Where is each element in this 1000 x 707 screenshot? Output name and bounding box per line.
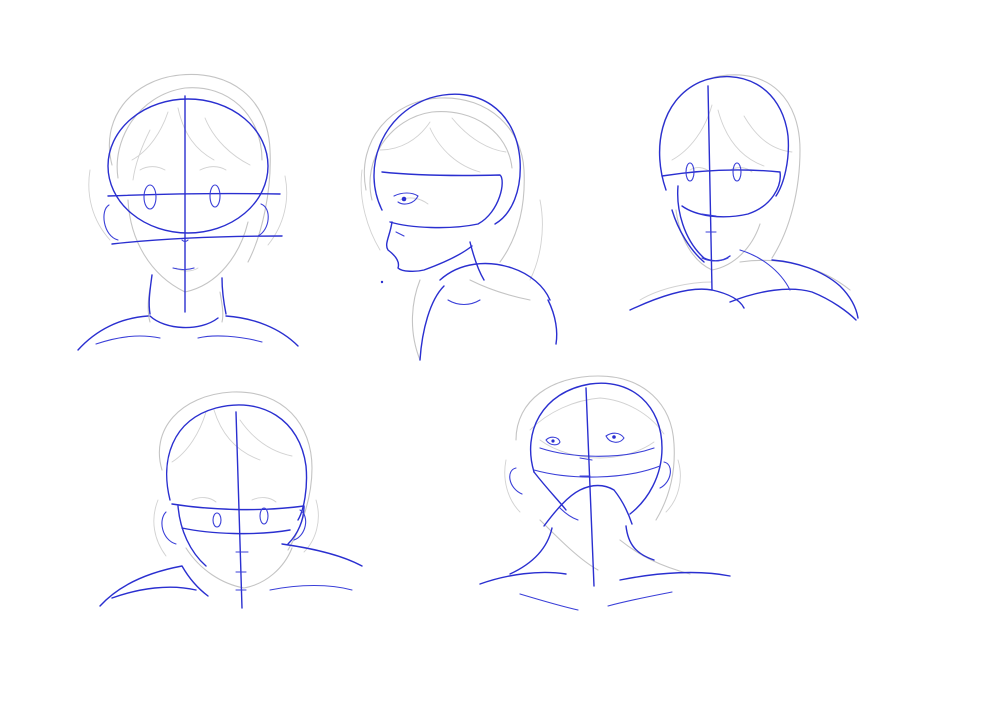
- sketch-canvas: [77, 73, 859, 611]
- head-sketch-front: [77, 73, 299, 351]
- head-sketch-front-up: [479, 375, 731, 611]
- head-sketch-three-quarter-down: [629, 74, 859, 321]
- head-sketch-side: [360, 93, 558, 361]
- head-sketch-front-down: [99, 391, 363, 609]
